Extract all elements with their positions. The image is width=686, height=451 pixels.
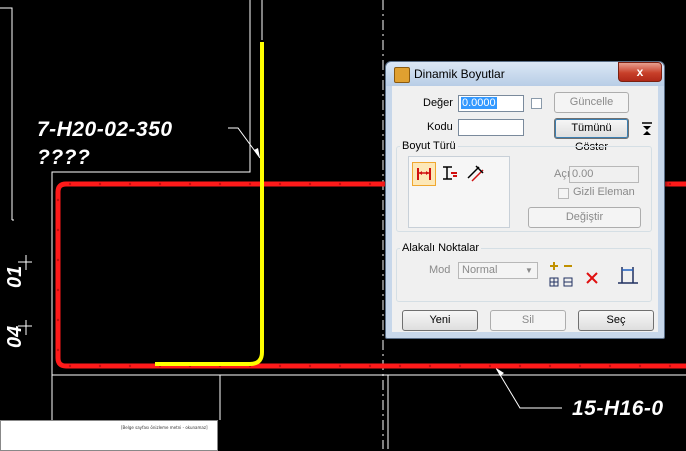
rebar-dot (218, 182, 222, 186)
horizontal-dimension-icon[interactable] (412, 162, 436, 186)
rebar-dot (368, 364, 372, 368)
value-label: Değer (423, 97, 453, 109)
rebar-dot (56, 258, 60, 262)
delete-x-icon[interactable] (586, 272, 598, 284)
angle-label: Açı (554, 168, 570, 180)
rebar-dot (56, 348, 60, 352)
delete-button[interactable]: Sil (490, 310, 566, 331)
rebar-dot (428, 364, 432, 368)
value-selected-text: 0.0000 (461, 97, 497, 109)
dimension-label-upper: 01 (4, 265, 26, 288)
thumbnail-text: [Belge sayfası önizleme metni - okunamaz… (121, 425, 208, 430)
add-multiple-icon (549, 277, 559, 287)
dynamic-dimensions-dialog: Dinamik Boyutlar x Değer 0.0000 Güncelle… (385, 61, 665, 339)
code-label: Kodu (427, 121, 453, 133)
chevron-down-icon: ▼ (525, 266, 533, 275)
rebar-dot (338, 182, 342, 186)
point-tools-icons (549, 262, 573, 287)
dialog-titlebar[interactable]: Dinamik Boyutlar x (386, 62, 664, 86)
dialog-body: Değer 0.0000 Güncelle Kodu Tümünü Göster… (392, 86, 658, 332)
rebar-label-top-sub: ???? (37, 146, 91, 169)
rebar-dot (308, 364, 312, 368)
rebar-label-bottom: 15-H16-0 (572, 397, 664, 420)
rebar-dot (608, 364, 612, 368)
mode-select-value: Normal (462, 264, 498, 276)
aligned-dimension-icon[interactable] (464, 162, 488, 186)
hidden-element-checkbox[interactable] (558, 188, 569, 199)
rebar-dot (98, 182, 102, 186)
update-button[interactable]: Güncelle (554, 92, 629, 113)
rebar-dot (398, 364, 402, 368)
dimension-type-title: Boyut Türü (400, 140, 458, 152)
show-all-button[interactable]: Tümünü Göster (554, 118, 629, 153)
select-button[interactable]: Seç (578, 310, 654, 331)
vertical-dimension-icon[interactable] (438, 162, 462, 186)
rebar-dot (548, 364, 552, 368)
mode-select[interactable]: Normal ▼ (458, 262, 538, 279)
rebar-dot (128, 182, 132, 186)
rebar-dot (278, 182, 282, 186)
rebar-dot (488, 364, 492, 368)
rebar-dot (458, 364, 462, 368)
rebar-dot (248, 182, 252, 186)
rebar-dot (68, 182, 72, 186)
rebar-dot (56, 318, 60, 322)
rebar-dot (518, 364, 522, 368)
rebar-dot (56, 198, 60, 202)
rebar-dot (638, 364, 642, 368)
change-button[interactable]: Değiştir (528, 207, 641, 228)
rebar-dot (368, 182, 372, 186)
dimension-label-lower: 04 (4, 325, 26, 348)
rebar-dot (338, 364, 342, 368)
collapse-icon[interactable] (642, 122, 652, 136)
add-point-icon (550, 262, 558, 270)
value-lock-checkbox[interactable] (531, 98, 542, 109)
yellow-rebar[interactable] (155, 42, 264, 366)
rebar-label-top: 7-H20-02-350 (37, 118, 173, 141)
rebar-dot (158, 182, 162, 186)
pick-points-icon[interactable] (618, 264, 640, 286)
app-icon (394, 67, 410, 83)
rebar-dot (188, 182, 192, 186)
rebar-dot (68, 364, 72, 368)
rebar-dot (578, 364, 582, 368)
mode-label: Mod (429, 264, 451, 276)
angle-input[interactable]: 0.00 (569, 166, 639, 183)
rebar-dot (98, 364, 102, 368)
dialog-title: Dinamik Boyutlar (414, 67, 505, 81)
rebar-dot (308, 182, 312, 186)
rebar-dot (278, 364, 282, 368)
remove-multiple-icon (563, 277, 573, 287)
rebar-dot (668, 182, 672, 186)
rebar-dot (668, 364, 672, 368)
code-input[interactable] (458, 119, 524, 136)
rebar-dot (128, 364, 132, 368)
new-button[interactable]: Yeni (402, 310, 478, 331)
value-input[interactable]: 0.0000 (458, 95, 524, 112)
related-points-title: Alakalı Noktalar (400, 242, 482, 254)
page-thumbnail[interactable]: [Belge sayfası önizleme metni - okunamaz… (0, 420, 218, 451)
leader-arrow-top (254, 148, 260, 158)
rebar-dot (56, 288, 60, 292)
rebar-dot (56, 228, 60, 232)
close-button[interactable]: x (618, 62, 662, 82)
hidden-element-label: Gizli Eleman (573, 186, 635, 198)
